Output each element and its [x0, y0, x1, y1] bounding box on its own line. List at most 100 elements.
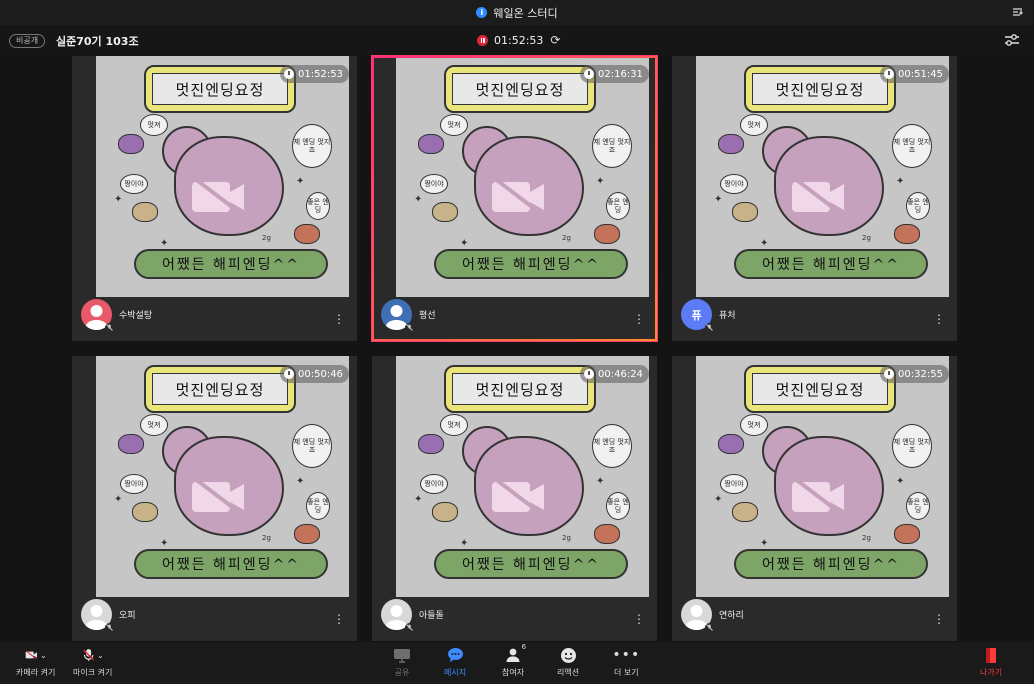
poster-title: 멋진엔딩요정 [152, 73, 288, 105]
poster-bubble-left: 멋져 [140, 114, 168, 136]
recording-time: 01:52:53 [494, 33, 544, 47]
participant-timer: 00:51:45 [880, 65, 949, 83]
video-tile[interactable]: 멋진엔딩요정 멋져 제 엔딩 멋지죠 짱이야 좋은 엔딩 ✦ ✦ ✦ 2g 어쨌… [372, 356, 657, 641]
more-options-icon[interactable]: ⋮ [333, 613, 345, 625]
poster-banner: 어쨌든 해피엔딩^^ [134, 249, 328, 279]
mic-button[interactable]: ⌄ 마이크 켜기 [73, 646, 112, 678]
camera-off-icon [792, 476, 846, 518]
poster-critter-purple [118, 434, 144, 454]
chevron-down-icon[interactable]: ⌄ [97, 651, 104, 660]
chevron-down-icon[interactable]: ⌄ [40, 651, 47, 660]
clock-icon [584, 69, 594, 79]
participant-timer-value: 02:16:31 [598, 68, 643, 80]
settings-sliders-icon[interactable] [1004, 33, 1020, 47]
more-options-icon[interactable]: ⋮ [933, 613, 945, 625]
poster-title: 멋진엔딩요정 [752, 373, 888, 405]
poster-bubble-small-left: 짱이야 [120, 474, 148, 494]
poster-bubble-small-left: 짱이야 [720, 174, 748, 194]
poster-sparkle: ✦ [714, 194, 723, 205]
participant-timer: 02:16:31 [580, 65, 649, 83]
video-tile[interactable]: 멋진엔딩요정 멋져 제 엔딩 멋지죠 짱이야 좋은 엔딩 ✦ ✦ ✦ 2g 어쨌… [672, 356, 957, 641]
control-toolbar: ⌄ 카메라 켜기 ⌄ 마이크 켜기 공유 메시지 6 참여자 리액션 ••• 더… [0, 642, 1034, 684]
more-options-icon[interactable]: ⋮ [633, 613, 645, 625]
poster-critter-beige [732, 502, 758, 522]
more-dots-icon: ••• [612, 647, 641, 663]
participant-timer-value: 01:52:53 [298, 68, 343, 80]
poster-note: 2g [262, 534, 271, 542]
video-tile[interactable]: 멋진엔딩요정 멋져 제 엔딩 멋지죠 짱이야 좋은 엔딩 ✦ ✦ ✦ 2g 어쨌… [72, 56, 357, 341]
poster-critter-orange [294, 524, 320, 544]
poster-note: 2g [862, 234, 871, 242]
poster-title: 멋진엔딩요정 [152, 373, 288, 405]
poster-banner: 어쨌든 해피엔딩^^ [434, 249, 628, 279]
poster-sparkle: ✦ [160, 538, 169, 549]
camera-off-icon [192, 476, 246, 518]
poster-banner: 어쨌든 해피엔딩^^ [134, 549, 328, 579]
smile-icon [560, 647, 576, 663]
poster-sparkle: ✦ [596, 476, 605, 487]
clock-icon [284, 369, 294, 379]
leave-button[interactable]: 나가기 [980, 646, 1002, 678]
poster-critter-beige [732, 202, 758, 222]
poster-critter-orange [594, 524, 620, 544]
pause-record-icon[interactable] [477, 34, 488, 46]
reaction-button[interactable]: 리액션 [557, 646, 579, 678]
participant-count: 6 [521, 643, 527, 651]
profile-poster-image: 멋진엔딩요정 멋져 제 엔딩 멋지죠 짱이야 좋은 엔딩 ✦ ✦ ✦ 2g 어쨌… [96, 356, 349, 597]
poster-title-frame: 멋진엔딩요정 [744, 65, 896, 113]
camera-button[interactable]: ⌄ 카메라 켜기 [16, 646, 55, 678]
poster-note: 2g [562, 534, 571, 542]
window-title: 웨일온 스터디 [493, 6, 558, 20]
video-tile[interactable]: 멋진엔딩요정 멋져 제 엔딩 멋지죠 짱이야 좋은 엔딩 ✦ ✦ ✦ 2g 어쨌… [72, 356, 357, 641]
refresh-icon[interactable]: ⟳ [550, 33, 560, 47]
more-button[interactable]: ••• 더 보기 [612, 646, 641, 678]
leave-button-label: 나가기 [980, 668, 1003, 677]
mic-muted-icon [705, 623, 714, 632]
camera-button-label: 카메라 켜기 [16, 668, 56, 677]
exit-door-icon [986, 647, 997, 663]
share-button[interactable]: 공유 [391, 646, 413, 678]
participant-name: 아들돌 [419, 611, 444, 621]
participant-timer: 00:32:55 [880, 365, 949, 383]
poster-title-frame: 멋진엔딩요정 [144, 365, 296, 413]
meeting-window: i 웨일온 스터디 비공개 실준70기 103조 01:52:53 ⟳ 멋진엔딩… [0, 0, 1034, 684]
poster-sparkle: ✦ [296, 476, 305, 487]
reaction-button-label: 리액션 [557, 668, 580, 677]
mic-muted-icon [405, 623, 414, 632]
poster-critter-beige [432, 202, 458, 222]
profile-poster-image: 멋진엔딩요정 멋져 제 엔딩 멋지죠 짱이야 좋은 엔딩 ✦ ✦ ✦ 2g 어쨌… [696, 356, 949, 597]
person-icon [506, 648, 520, 662]
more-options-icon[interactable]: ⋮ [633, 313, 645, 325]
poster-banner: 어쨌든 해피엔딩^^ [734, 549, 928, 579]
poster-bubble-small-right: 좋은 엔딩 [606, 192, 630, 220]
poster-note: 2g [862, 534, 871, 542]
participant-timer: 01:52:53 [280, 65, 349, 83]
poster-title-frame: 멋진엔딩요정 [444, 365, 596, 413]
video-tile[interactable]: 멋진엔딩요정 멋져 제 엔딩 멋지죠 짱이야 좋은 엔딩 ✦ ✦ ✦ 2g 어쨌… [672, 56, 957, 341]
clock-icon [284, 69, 294, 79]
poster-bubble-small-right: 좋은 엔딩 [906, 492, 930, 520]
poster-sparkle: ✦ [460, 238, 469, 249]
participant-timer: 00:50:46 [280, 365, 349, 383]
poster-title-frame: 멋진엔딩요정 [144, 65, 296, 113]
poster-sparkle: ✦ [160, 238, 169, 249]
message-button[interactable]: 메시지 [444, 646, 466, 678]
poster-bubble-left: 멋져 [440, 114, 468, 136]
layout-toggle-icon[interactable] [1012, 6, 1024, 18]
poster-sparkle: ✦ [414, 494, 423, 505]
participant-timer-value: 00:46:24 [598, 368, 643, 380]
profile-poster-image: 멋진엔딩요정 멋져 제 엔딩 멋지죠 짱이야 좋은 엔딩 ✦ ✦ ✦ 2g 어쨌… [396, 56, 649, 297]
screen-share-icon [394, 648, 410, 663]
poster-sparkle: ✦ [296, 176, 305, 187]
poster-bubble-small-left: 짱이야 [720, 474, 748, 494]
video-tile[interactable]: 멋진엔딩요정 멋져 제 엔딩 멋지죠 짱이야 좋은 엔딩 ✦ ✦ ✦ 2g 어쨌… [371, 55, 658, 342]
poster-note: 2g [262, 234, 271, 242]
camera-off-icon [25, 650, 37, 660]
info-icon[interactable]: i [476, 7, 488, 18]
participants-button[interactable]: 6 참여자 [502, 643, 527, 678]
poster-critter-orange [594, 224, 620, 244]
more-options-icon[interactable]: ⋮ [333, 313, 345, 325]
more-options-icon[interactable]: ⋮ [933, 313, 945, 325]
poster-critter-purple [718, 134, 744, 154]
share-button-label: 공유 [394, 668, 410, 677]
